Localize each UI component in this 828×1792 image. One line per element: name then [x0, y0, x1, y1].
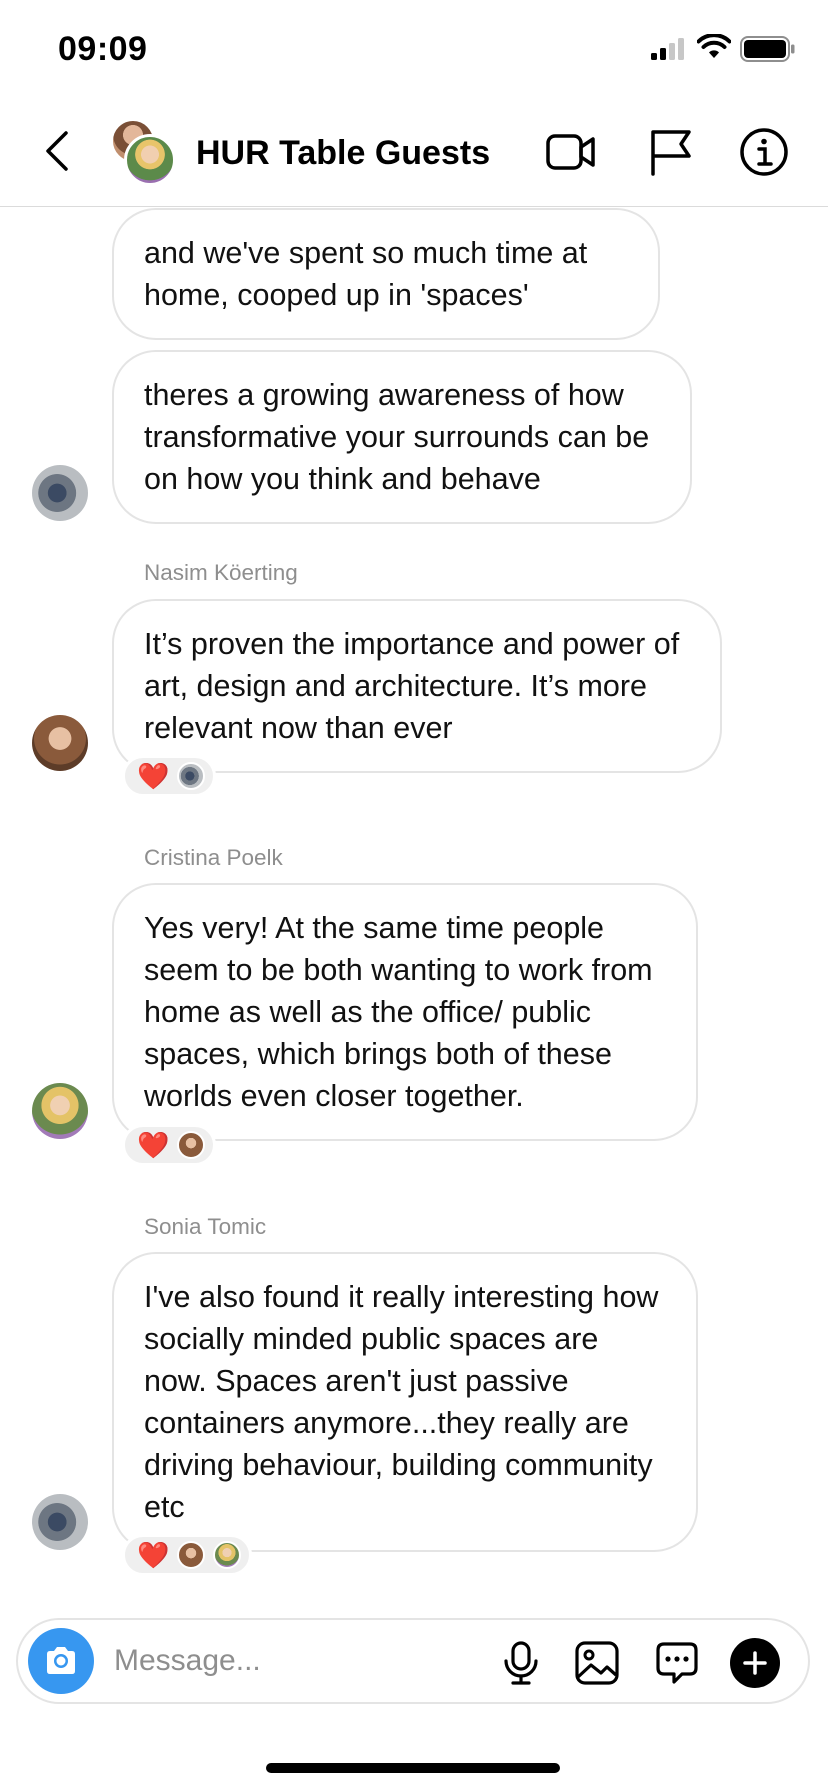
status-bar: 09:09: [0, 0, 828, 100]
message-input[interactable]: [114, 1638, 494, 1684]
group-avatar[interactable]: [110, 118, 176, 186]
sender-name: Cristina Poelk: [144, 845, 283, 870]
message-text: Yes very! At the same time people seem t…: [144, 911, 653, 1113]
message-text: theres a growing awareness of how transf…: [144, 378, 650, 496]
sender-avatar[interactable]: [32, 465, 88, 521]
reactor-avatar: [177, 1541, 206, 1569]
info-icon[interactable]: [738, 126, 790, 178]
heart-reaction-icon: ❤️: [137, 1540, 170, 1570]
message-text: and we've spent so much time at home, co…: [144, 236, 588, 312]
message-text: I've also found it really interesting ho…: [144, 1280, 659, 1524]
heart-reaction-icon: ❤️: [137, 761, 170, 791]
plus-icon: [743, 1651, 767, 1675]
sender-avatar[interactable]: [32, 1494, 88, 1550]
message-bubble[interactable]: and we've spent so much time at home, co…: [112, 208, 660, 340]
group-member-avatar: [124, 134, 176, 186]
sticker-icon[interactable]: [654, 1640, 700, 1686]
reactor-avatar: [213, 1541, 242, 1569]
chat-title[interactable]: HUR Table Guests: [196, 134, 490, 173]
chat-header: HUR Table Guests: [0, 100, 828, 207]
message-bubble[interactable]: I've also found it really interesting ho…: [112, 1252, 698, 1552]
camera-icon: [47, 1647, 75, 1674]
message-bubble[interactable]: Yes very! At the same time people seem t…: [112, 883, 698, 1141]
message-bubble[interactable]: It’s proven the importance and power of …: [112, 599, 722, 773]
message-composer: [16, 1618, 810, 1704]
reactor-avatar: [177, 762, 206, 790]
microphone-icon[interactable]: [498, 1640, 544, 1686]
video-call-icon[interactable]: [545, 126, 597, 178]
sender-name: Sonia Tomic: [144, 1214, 267, 1239]
reactor-avatar: [177, 1131, 206, 1159]
sender-name: Nasim Köerting: [144, 560, 298, 585]
battery-icon: [740, 36, 795, 62]
add-button[interactable]: [730, 1638, 780, 1688]
reaction-pill[interactable]: ❤️: [122, 1534, 253, 1576]
home-indicator[interactable]: [266, 1763, 560, 1773]
heart-reaction-icon: ❤️: [137, 1130, 170, 1160]
wifi-icon: [697, 34, 731, 58]
flag-icon[interactable]: [645, 126, 697, 178]
status-time: 09:09: [58, 30, 148, 68]
camera-button[interactable]: [28, 1628, 94, 1694]
gallery-icon[interactable]: [574, 1640, 620, 1686]
sender-avatar[interactable]: [32, 1083, 88, 1139]
back-chevron-icon[interactable]: [38, 127, 74, 175]
message-text: It’s proven the importance and power of …: [144, 627, 680, 745]
reaction-pill[interactable]: ❤️: [122, 1124, 217, 1166]
sender-avatar[interactable]: [32, 715, 88, 771]
cellular-signal-icon: [651, 38, 684, 60]
message-bubble[interactable]: theres a growing awareness of how transf…: [112, 350, 692, 524]
reaction-pill[interactable]: ❤️: [122, 755, 217, 797]
